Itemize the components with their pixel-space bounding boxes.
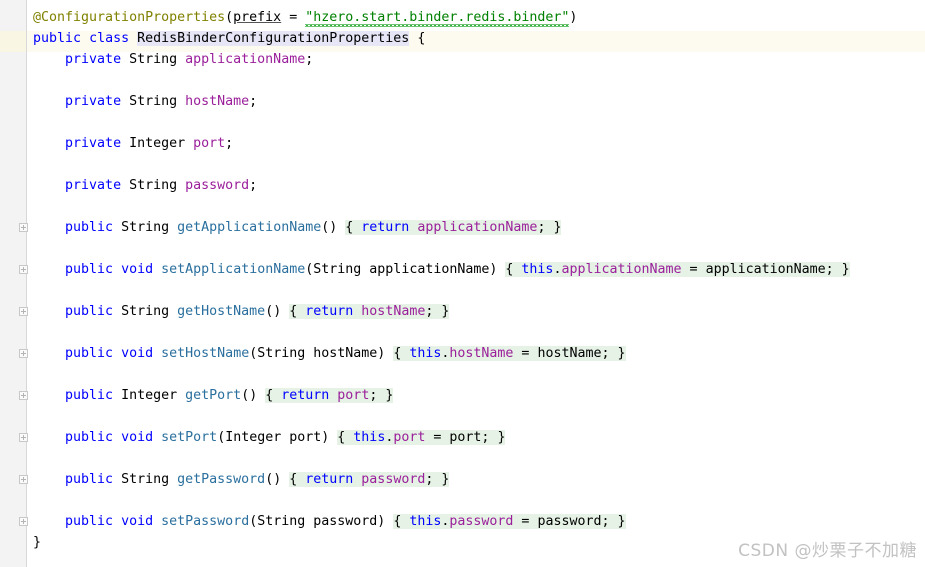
fold-expand-icon[interactable] xyxy=(19,433,28,442)
code-line[interactable]: } xyxy=(33,532,850,553)
code-line[interactable] xyxy=(33,112,850,133)
field-name: applicationName xyxy=(185,52,306,67)
class-closing-brace: } xyxy=(33,535,42,550)
field-name: hostName xyxy=(185,94,250,109)
code-line[interactable]: private String password; xyxy=(33,175,850,196)
fold-expand-icon[interactable] xyxy=(19,475,28,484)
method-body-open: { this.hostName = hostName; } xyxy=(393,346,626,361)
code-line[interactable]: public void setPassword(String password)… xyxy=(33,511,850,532)
code-line[interactable] xyxy=(33,154,850,175)
field-name: port xyxy=(193,136,226,151)
method-name: getPassword xyxy=(177,472,266,487)
code-line[interactable]: private String applicationName; xyxy=(33,49,850,70)
code-line[interactable]: public String getPassword() { return pas… xyxy=(33,469,850,490)
fold-expand-icon[interactable] xyxy=(19,517,28,526)
returned-field-name: hostName xyxy=(361,304,426,319)
fold-expand-icon[interactable] xyxy=(19,391,28,400)
code-line[interactable] xyxy=(33,238,850,259)
method-name: setApplicationName xyxy=(161,262,306,277)
fold-expand-icon[interactable] xyxy=(19,265,28,274)
code-line[interactable]: @ConfigurationProperties(prefix = "hzero… xyxy=(33,7,850,28)
assigned-field-name: password xyxy=(449,514,514,529)
annotation-string-value: "hzero.start.binder.redis.binder" xyxy=(305,10,570,25)
fold-expand-icon[interactable] xyxy=(19,349,28,358)
code-line[interactable] xyxy=(33,322,850,343)
returned-field-name: password xyxy=(361,472,426,487)
method-name: getHostName xyxy=(177,304,266,319)
method-body-open: { return applicationName; } xyxy=(345,220,562,235)
method-body-open: { return hostName; } xyxy=(289,304,450,319)
method-body-open: { this.port = port; } xyxy=(337,430,506,445)
method-body-open: { return password; } xyxy=(289,472,450,487)
assigned-field-name: hostName xyxy=(449,346,514,361)
caret-line-gutter-highlight xyxy=(0,31,26,52)
method-body-open: { this.applicationName = applicationName… xyxy=(505,262,850,277)
code-line[interactable]: public String getApplicationName() { ret… xyxy=(33,217,850,238)
method-body-open: { return port; } xyxy=(265,388,394,403)
code-line[interactable]: private String hostName; xyxy=(33,91,850,112)
returned-field-name: applicationName xyxy=(417,220,538,235)
code-line[interactable] xyxy=(33,448,850,469)
assigned-field-name: applicationName xyxy=(561,262,682,277)
code-line[interactable]: private Integer port; xyxy=(33,133,850,154)
field-name: password xyxy=(185,178,250,193)
code-line[interactable] xyxy=(33,364,850,385)
code-line[interactable] xyxy=(33,406,850,427)
class-name: RedisBinderConfigurationProperties xyxy=(137,31,410,46)
fold-expand-icon[interactable] xyxy=(19,223,28,232)
csdn-watermark: CSDN @炒栗子不加糖 xyxy=(738,541,917,561)
assigned-field-name: port xyxy=(393,430,426,445)
code-line[interactable]: public void setHostName(String hostName)… xyxy=(33,343,850,364)
code-content[interactable]: @ConfigurationProperties(prefix = "hzero… xyxy=(33,7,850,553)
method-name: setPassword xyxy=(161,514,250,529)
method-body-open: { this.password = password; } xyxy=(393,514,626,529)
method-name: setPort xyxy=(161,430,218,445)
code-line[interactable]: public class RedisBinderConfigurationPro… xyxy=(33,28,850,49)
annotation-param-name: prefix xyxy=(233,10,282,25)
code-line[interactable]: public String getHostName() { return hos… xyxy=(33,301,850,322)
fold-expand-icon[interactable] xyxy=(19,307,28,316)
method-name: setHostName xyxy=(161,346,250,361)
code-line[interactable] xyxy=(33,196,850,217)
code-line[interactable] xyxy=(33,70,850,91)
annotation-name: @ConfigurationProperties xyxy=(33,10,226,25)
code-editor[interactable]: @ConfigurationProperties(prefix = "hzero… xyxy=(0,0,925,567)
method-name: getApplicationName xyxy=(177,220,322,235)
code-line[interactable] xyxy=(33,280,850,301)
code-line[interactable]: public void setPort(Integer port) { this… xyxy=(33,427,850,448)
method-name: getPort xyxy=(185,388,242,403)
code-line[interactable] xyxy=(33,490,850,511)
returned-field-name: port xyxy=(337,388,370,403)
code-line[interactable]: public void setApplicationName(String ap… xyxy=(33,259,850,280)
code-line[interactable]: public Integer getPort() { return port; … xyxy=(33,385,850,406)
